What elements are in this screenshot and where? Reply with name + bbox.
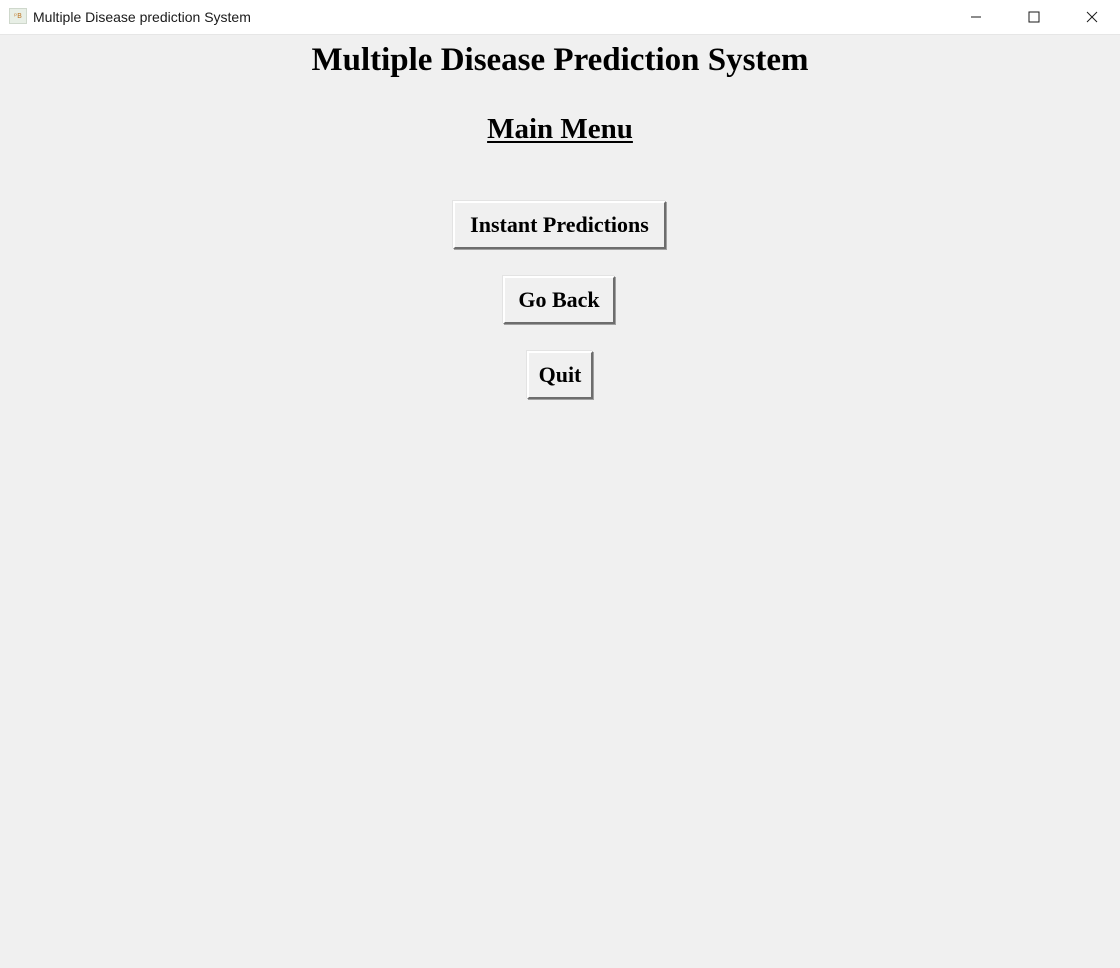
minimize-icon <box>971 16 981 18</box>
app-icon: ᵖB <box>9 8 27 24</box>
minimize-button[interactable] <box>947 0 1005 34</box>
maximize-icon <box>1028 11 1040 23</box>
main-menu-heading: Main Menu <box>0 111 1120 147</box>
page-title: Multiple Disease Prediction System <box>311 42 809 78</box>
close-button[interactable] <box>1063 0 1120 34</box>
app-window: ᵖB Multiple Disease prediction System Mu… <box>0 0 1120 968</box>
main-menu-label: Main Menu <box>487 113 633 145</box>
go-back-button[interactable]: Go Back <box>503 276 615 324</box>
window-title: Multiple Disease prediction System <box>33 9 251 25</box>
maximize-button[interactable] <box>1005 0 1063 34</box>
instant-predictions-button[interactable]: Instant Predictions <box>453 201 666 249</box>
quit-button[interactable]: Quit <box>527 351 593 399</box>
close-icon <box>1086 11 1098 23</box>
title-bar[interactable]: ᵖB Multiple Disease prediction System <box>0 0 1120 35</box>
